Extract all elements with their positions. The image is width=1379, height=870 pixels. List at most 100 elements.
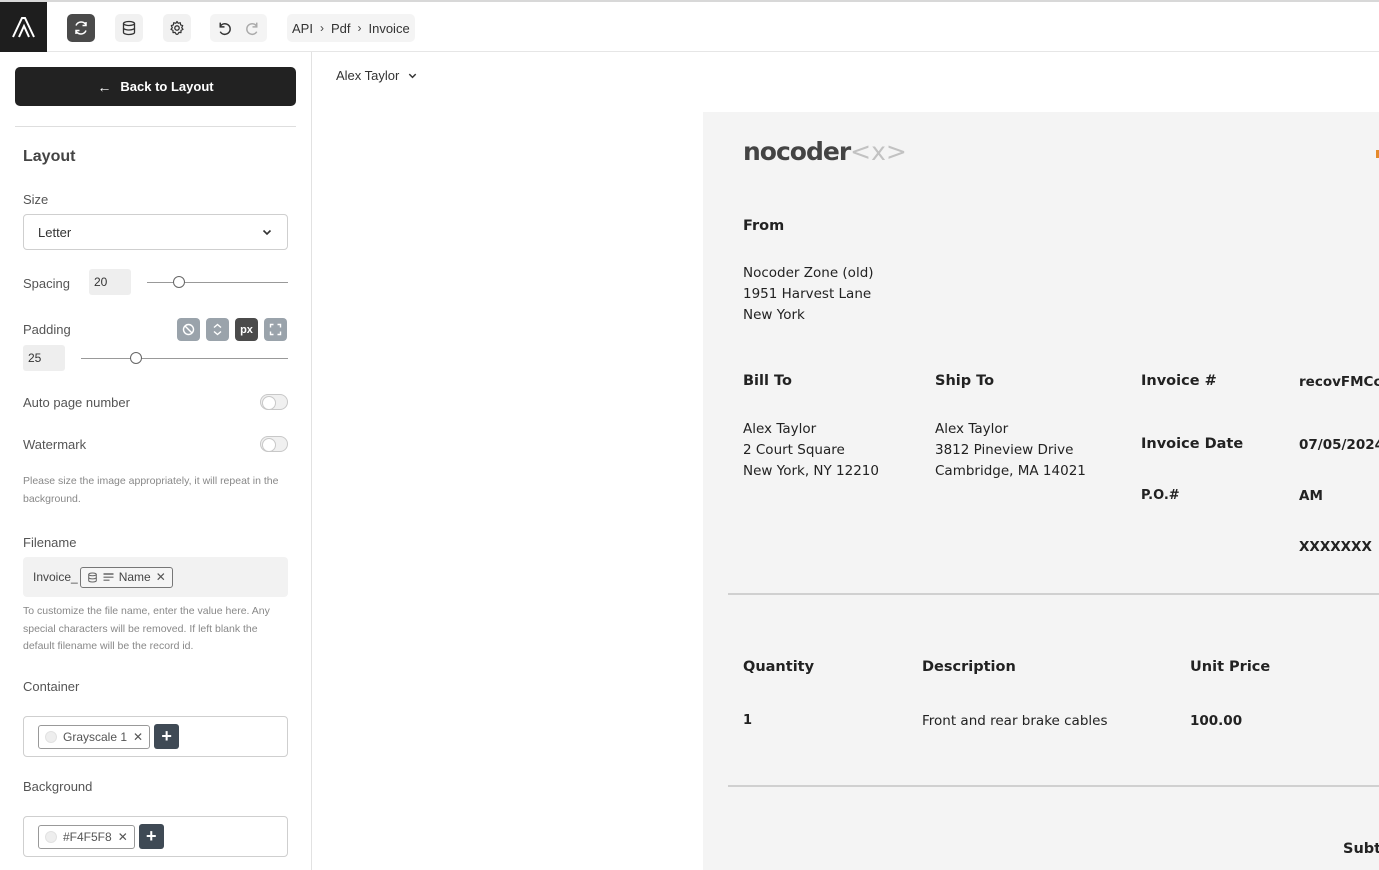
chevron-down-icon — [409, 73, 417, 79]
row-unit-price: 100.00 — [1190, 713, 1243, 729]
ship-to-heading: Ship To — [935, 373, 995, 389]
table-divider — [728, 785, 1379, 787]
gear-icon — [170, 20, 184, 35]
auto-page-number-label: Auto page number — [23, 395, 130, 410]
auto-page-number-toggle[interactable] — [260, 394, 288, 410]
container-color-chip[interactable]: Grayscale 1 ✕ — [38, 724, 151, 749]
back-to-layout-label: Back to Layout — [120, 79, 214, 94]
close-icon[interactable]: ✕ — [156, 570, 166, 584]
app-logo-icon — [11, 17, 35, 38]
refresh-button[interactable] — [67, 14, 95, 42]
spacing-slider-handle[interactable] — [173, 276, 185, 288]
refresh-icon — [75, 21, 87, 35]
po-value: AM — [1299, 488, 1323, 504]
expand-icon — [269, 323, 282, 336]
filename-input[interactable]: Invoice_ Name ✕ — [23, 557, 288, 597]
text-field-icon — [103, 573, 114, 581]
history-group — [210, 14, 267, 42]
layout-sidebar: ← Back to Layout Layout Size Letter Spac… — [0, 52, 312, 870]
bill-to-line-3: New York, NY 12210 — [743, 463, 879, 479]
redo-button[interactable] — [238, 14, 266, 42]
back-to-layout-button[interactable]: ← Back to Layout — [15, 67, 296, 106]
brand-logo: nocoder<x> — [743, 137, 907, 166]
undo-button[interactable] — [210, 14, 238, 42]
watermark-help-text: Please size the image appropriately, it … — [23, 475, 279, 505]
subtotal-label: Subt — [1343, 841, 1379, 857]
database-icon — [87, 572, 97, 582]
filename-field-label: Name — [118, 570, 151, 584]
breadcrumb-item-invoice[interactable]: Invoice — [368, 21, 409, 36]
breadcrumb-item-pdf[interactable]: Pdf — [331, 21, 351, 36]
bill-to-heading: Bill To — [743, 373, 792, 389]
size-select-value: Letter — [38, 224, 72, 240]
padding-slider[interactable] — [81, 352, 288, 364]
spacing-label: Spacing — [23, 276, 70, 291]
sidebar-divider — [15, 126, 296, 127]
database-icon — [122, 20, 136, 36]
size-select[interactable]: Letter — [23, 214, 288, 250]
ship-to-line-1: Alex Taylor — [935, 421, 1009, 437]
spacing-slider[interactable] — [147, 276, 288, 288]
padding-slider-handle[interactable] — [130, 352, 142, 364]
row-description: Front and rear brake cables — [922, 713, 1108, 729]
from-line-3: New York — [743, 307, 805, 323]
from-line-2: 1951 Harvest Lane — [743, 286, 872, 302]
filename-field-chip[interactable]: Name ✕ — [79, 566, 173, 588]
bill-to-line-2: 2 Court Square — [743, 442, 845, 458]
watermark-label: Watermark — [23, 437, 87, 452]
container-label: Container — [23, 679, 80, 694]
padding-none-button[interactable] — [177, 318, 200, 341]
padding-px-button[interactable]: px — [235, 318, 258, 341]
invoice-date-label: Invoice Date — [1141, 436, 1244, 452]
ship-to-line-2: 3812 Pineview Drive — [935, 442, 1074, 458]
chevron-right-icon: › — [357, 21, 362, 35]
color-swatch — [45, 730, 57, 743]
column-description: Description — [922, 659, 1016, 675]
padding-input[interactable]: 25 — [23, 345, 65, 371]
size-label: Size — [23, 192, 49, 207]
brand-name: nocoder — [743, 137, 851, 166]
row-quantity: 1 — [743, 713, 753, 728]
background-label: Background — [23, 779, 93, 794]
section-title: Layout — [23, 148, 76, 165]
container-color-label: Grayscale 1 — [63, 729, 128, 744]
filename-prefix: Invoice_ — [33, 570, 78, 584]
brand-mark: <x> — [850, 137, 907, 166]
invoice-number-label: Invoice # — [1141, 373, 1217, 389]
app-logo[interactable] — [0, 2, 47, 52]
spacing-input[interactable]: 20 — [89, 269, 131, 295]
ship-to-line-3: Cambridge, MA 14021 — [935, 463, 1086, 479]
filename-label: Filename — [23, 535, 77, 550]
background-color-chip[interactable]: #F4F5F8 ✕ — [38, 824, 135, 849]
column-quantity: Quantity — [743, 659, 815, 675]
chevron-down-icon — [262, 229, 272, 236]
add-container-color-button[interactable]: + — [154, 724, 180, 749]
background-color-input[interactable]: #F4F5F8 ✕ + — [23, 816, 288, 857]
breadcrumb: API › Pdf › Invoice — [287, 14, 415, 42]
watermark-toggle[interactable] — [260, 436, 288, 452]
filename-help-text: To customize the file name, enter the va… — [23, 605, 270, 652]
color-swatch — [45, 830, 57, 843]
record-selector[interactable]: Alex Taylor — [336, 68, 418, 83]
breadcrumb-item-api[interactable]: API — [292, 21, 313, 36]
settings-button[interactable] — [163, 14, 191, 42]
container-color-input[interactable]: Grayscale 1 ✕ + — [23, 716, 288, 757]
padding-mode-group: px — [177, 318, 287, 341]
close-icon[interactable]: ✕ — [133, 730, 143, 744]
database-button[interactable] — [115, 14, 143, 42]
ban-icon — [182, 323, 195, 336]
redo-icon — [245, 22, 257, 35]
padding-label: Padding — [23, 322, 71, 337]
close-icon[interactable]: ✕ — [118, 830, 128, 844]
top-toolbar: API › Pdf › Invoice — [0, 0, 1379, 52]
padding-vertical-button[interactable] — [206, 318, 229, 341]
section-divider — [728, 593, 1379, 595]
invoice-preview: nocoder<x> From Nocoder Zone (old) 1951 … — [703, 112, 1379, 870]
add-background-color-button[interactable]: + — [138, 824, 164, 849]
padding-expand-button[interactable] — [264, 318, 287, 341]
background-color-label: #F4F5F8 — [63, 829, 112, 844]
invoice-date-value: 07/05/2024 — [1299, 437, 1379, 453]
chevrons-vertical-icon — [213, 323, 222, 336]
bill-to-line-1: Alex Taylor — [743, 421, 817, 437]
undo-icon — [219, 22, 231, 35]
